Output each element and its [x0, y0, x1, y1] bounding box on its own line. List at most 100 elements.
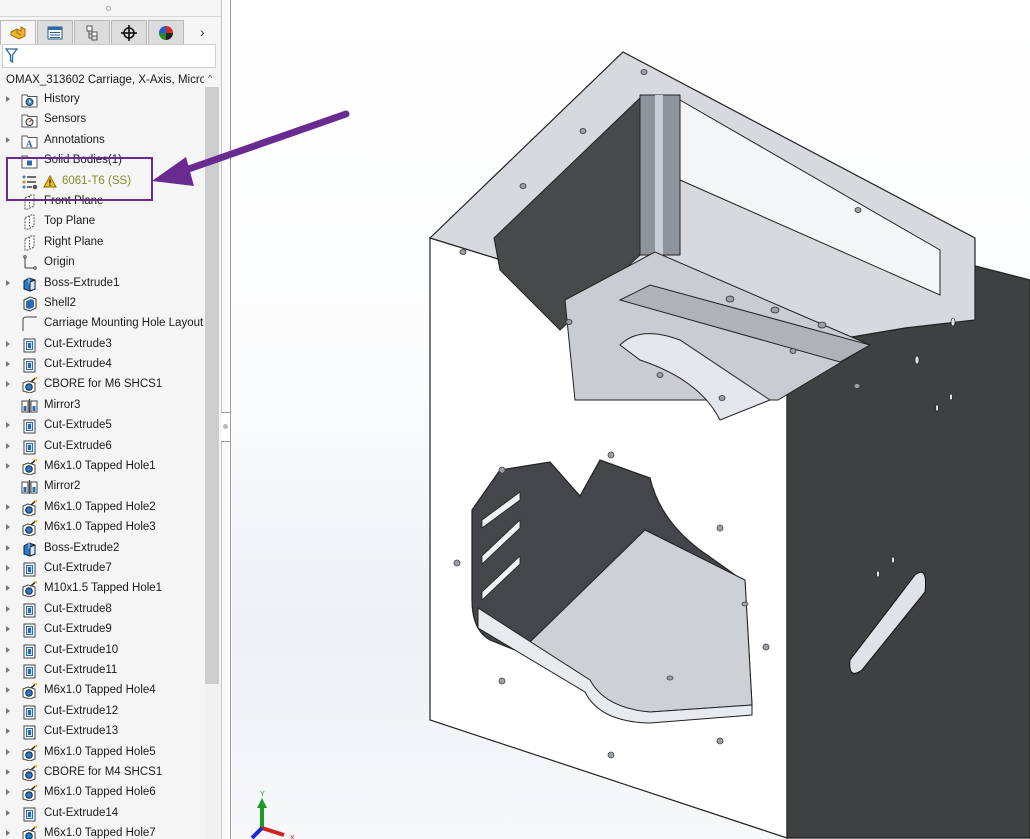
expand-arrow-icon[interactable] [6, 463, 10, 470]
tree-item-right-plane[interactable]: Right Plane [0, 233, 204, 253]
tree-item-cut-extrude9[interactable]: Cut-Extrude9 [0, 620, 204, 640]
tree-item-cbore-for-m6-shcs1[interactable]: CBORE for M6 SHCS1 [0, 375, 204, 395]
expand-arrow-icon[interactable] [6, 422, 10, 429]
cut-extrude-icon [21, 357, 38, 373]
tree-item-m6x1-0-tapped-hole5[interactable]: M6x1.0 Tapped Hole5 [0, 743, 204, 763]
material-highlight-box [6, 157, 153, 201]
expand-arrow-icon[interactable] [6, 585, 10, 592]
expand-arrow-icon[interactable] [6, 96, 10, 102]
tree-item-origin[interactable]: Origin [0, 253, 204, 273]
tab-configuration-manager[interactable] [74, 20, 110, 44]
feature-tree: History Sensors A Annotations Solid Bodies(1… [0, 90, 204, 839]
expand-arrow-icon[interactable] [6, 789, 10, 796]
tree-item-label: M6x1.0 Tapped Hole4 [44, 684, 156, 697]
expand-arrow-icon[interactable] [6, 646, 10, 653]
tree-scrollbar[interactable] [205, 87, 219, 839]
tree-item-cut-extrude13[interactable]: Cut-Extrude13 [0, 722, 204, 742]
tree-item-cut-extrude5[interactable]: Cut-Extrude5 [0, 416, 204, 436]
tree-item-annotations[interactable]: A Annotations [0, 131, 204, 151]
panel-resize-handle[interactable] [0, 0, 221, 17]
graphics-viewport[interactable]: Y X [232, 0, 1030, 839]
tree-item-label: Cut-Extrude7 [44, 561, 112, 574]
expand-arrow-icon[interactable] [6, 748, 10, 755]
tree-item-top-plane[interactable]: Top Plane [0, 212, 204, 232]
expand-arrow-icon[interactable] [6, 442, 10, 449]
tab-featuremanager-tree[interactable] [0, 20, 36, 45]
splitter-collapse-handle[interactable] [221, 412, 231, 442]
annotations-folder-icon: A [21, 133, 38, 149]
tree-item-mirror2[interactable]: Mirror2 [0, 477, 204, 497]
tree-item-cut-extrude4[interactable]: Cut-Extrude4 [0, 355, 204, 375]
tree-item-m6x1-0-tapped-hole2[interactable]: M6x1.0 Tapped Hole2 [0, 498, 204, 518]
expand-arrow-icon[interactable] [6, 524, 10, 531]
shell-icon [21, 296, 38, 312]
expand-arrow-icon[interactable] [6, 728, 10, 735]
tree-item-label: Mirror2 [44, 480, 81, 493]
hole-wizard-icon [21, 764, 38, 782]
more-tabs-button[interactable]: › [200, 24, 205, 40]
tree-item-label: Boss-Extrude1 [44, 276, 120, 289]
tree-item-history[interactable]: History [0, 90, 204, 110]
tab-dimxpert-manager[interactable] [111, 20, 147, 44]
expand-arrow-icon[interactable] [6, 830, 10, 837]
tree-root-part[interactable]: OMAX_313602 Carriage, X-Axis, Micro [2, 71, 204, 88]
expand-arrow-icon[interactable] [6, 687, 10, 694]
scroll-up-button[interactable]: ^ [208, 73, 212, 83]
expand-arrow-icon[interactable] [6, 809, 10, 816]
tree-item-cut-extrude14[interactable]: Cut-Extrude14 [0, 804, 204, 824]
tree-item-cut-extrude12[interactable]: Cut-Extrude12 [0, 702, 204, 722]
tree-item-m6x1-0-tapped-hole4[interactable]: M6x1.0 Tapped Hole4 [0, 681, 204, 701]
tree-item-label: Cut-Extrude10 [44, 643, 119, 656]
carriage-3d-model[interactable] [232, 0, 1030, 839]
configuration-icon [86, 25, 98, 40]
expand-arrow-icon[interactable] [6, 279, 10, 286]
cut-extrude-icon [21, 439, 38, 455]
expand-arrow-icon[interactable] [6, 564, 10, 571]
tree-item-cbore-for-m4-shcs1[interactable]: CBORE for M4 SHCS1 [0, 763, 204, 783]
hole-wizard-icon [21, 825, 38, 839]
tab-property-manager[interactable] [37, 20, 73, 44]
tree-item-label: Cut-Extrude4 [44, 358, 112, 371]
expand-arrow-icon[interactable] [6, 768, 10, 775]
tree-item-shell2[interactable]: Shell2 [0, 294, 204, 314]
tree-item-label: Cut-Extrude8 [44, 602, 112, 615]
mirror-icon [21, 398, 38, 414]
expand-arrow-icon[interactable] [6, 666, 10, 673]
handle-dot-icon [223, 424, 228, 429]
expand-arrow-icon[interactable] [6, 361, 10, 368]
tree-item-label: CBORE for M6 SHCS1 [44, 378, 163, 391]
tree-item-mirror3[interactable]: Mirror3 [0, 396, 204, 416]
tree-item-cut-extrude11[interactable]: Cut-Extrude11 [0, 661, 204, 681]
tree-item-sensors[interactable]: Sensors [0, 110, 204, 130]
expand-arrow-icon[interactable] [6, 605, 10, 612]
tree-item-boss-extrude2[interactable]: Boss-Extrude2 [0, 539, 204, 559]
coordinate-triad: Y X [250, 791, 295, 839]
tree-item-boss-extrude1[interactable]: Boss-Extrude1 [0, 274, 204, 294]
tree-item-cut-extrude6[interactable]: Cut-Extrude6 [0, 437, 204, 457]
tree-item-label: M6x1.0 Tapped Hole7 [44, 827, 156, 839]
tree-item-label: M6x1.0 Tapped Hole5 [44, 745, 156, 758]
tree-item-m6x1-0-tapped-hole1[interactable]: M6x1.0 Tapped Hole1 [0, 457, 204, 477]
expand-arrow-icon[interactable] [6, 503, 10, 510]
expand-arrow-icon[interactable] [6, 707, 10, 714]
scrollbar-thumb[interactable] [205, 87, 219, 684]
tree-item-m10x1-5-tapped-hole1[interactable]: M10x1.5 Tapped Hole1 [0, 579, 204, 599]
tree-item-m6x1-0-tapped-hole6[interactable]: M6x1.0 Tapped Hole6 [0, 783, 204, 803]
tree-item-cut-extrude10[interactable]: Cut-Extrude10 [0, 641, 204, 661]
tree-item-label: Top Plane [44, 215, 96, 228]
tree-item-m6x1-0-tapped-hole7[interactable]: M6x1.0 Tapped Hole7 [0, 824, 204, 839]
expand-arrow-icon[interactable] [6, 544, 10, 551]
tree-item-label: Boss-Extrude2 [44, 541, 120, 554]
expand-arrow-icon[interactable] [6, 136, 10, 143]
tree-item-cut-extrude7[interactable]: Cut-Extrude7 [0, 559, 204, 579]
expand-arrow-icon[interactable] [6, 381, 10, 388]
expand-arrow-icon[interactable] [6, 340, 10, 347]
tree-item-m6x1-0-tapped-hole3[interactable]: M6x1.0 Tapped Hole3 [0, 518, 204, 538]
funnel-icon[interactable] [5, 48, 18, 64]
expand-arrow-icon[interactable] [6, 626, 10, 633]
tab-display-manager[interactable] [148, 20, 184, 44]
tree-item-cut-extrude3[interactable]: Cut-Extrude3 [0, 335, 204, 355]
tree-filter-input[interactable] [2, 44, 216, 68]
tree-item-carriage-mounting-hole-layout-s[interactable]: Carriage Mounting Hole Layout S [0, 314, 204, 334]
tree-item-cut-extrude8[interactable]: Cut-Extrude8 [0, 600, 204, 620]
